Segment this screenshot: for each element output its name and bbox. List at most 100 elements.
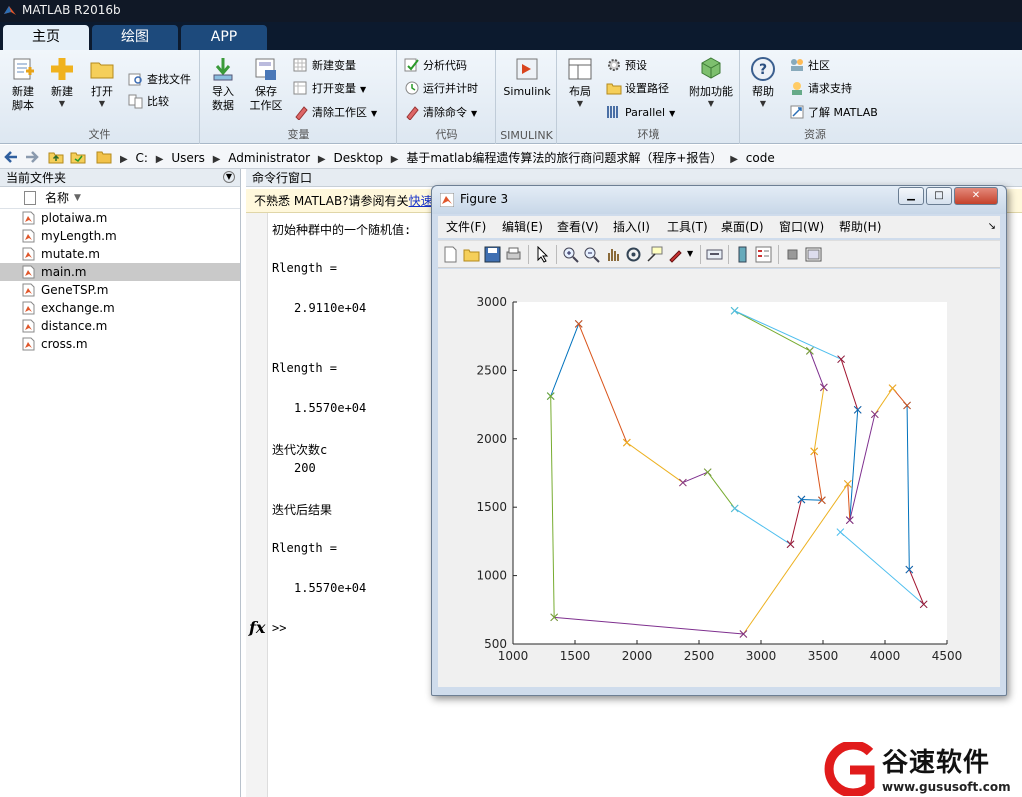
new-script-icon (13, 58, 34, 80)
menu-view[interactable]: 查看(V) (557, 216, 599, 238)
breadcrumb-item[interactable]: 基于matlab编程遗传算法的旅行商问题求解（程序+报告） (406, 151, 722, 165)
file-row[interactable]: cross.m (0, 335, 240, 353)
figure-titlebar[interactable]: Figure 3 ▁ □ ✕ (432, 186, 1006, 214)
new-variable-button[interactable]: 新建变量 (293, 56, 356, 76)
command-prompt[interactable]: >> (272, 621, 286, 635)
new-button[interactable]: 新建 ▼ (46, 56, 78, 109)
x-tick-label: 1500 (560, 649, 591, 663)
tab-apps[interactable]: APP (181, 25, 267, 50)
file-type-icon (24, 191, 36, 205)
file-row[interactable]: myLength.m (0, 227, 240, 245)
legend-icon[interactable] (755, 246, 772, 263)
save-workspace-button[interactable]: 保存 工作区 (247, 56, 285, 113)
new-script-button[interactable]: 新建 脚本 (6, 56, 40, 113)
layout-button[interactable]: 布局 ▼ (564, 56, 596, 109)
maximize-icon: □ (934, 190, 944, 201)
clear-workspace-button[interactable]: 清除工作区 ▼ (293, 103, 377, 123)
help-button[interactable]: ? 帮助 ▼ (747, 56, 779, 109)
compare-button[interactable]: 比较 (128, 92, 169, 112)
breadcrumb-item[interactable]: Desktop (333, 151, 383, 165)
request-support-button[interactable]: 请求支持 (789, 79, 852, 99)
zoom-out-icon[interactable] (583, 246, 600, 263)
request-support-label: 请求支持 (808, 82, 852, 95)
file-name: plotaiwa.m (41, 211, 108, 225)
maximize-button[interactable]: □ (926, 187, 952, 205)
figure-canvas[interactable]: 1000 1500 2000 2500 3000 3500 4000 4500 500 1000 1… (438, 269, 1000, 687)
open-button[interactable]: 打开 ▼ (86, 56, 118, 109)
name-column-header[interactable]: 名称 ▼ (0, 187, 240, 209)
menu-file[interactable]: 文件(F) (446, 216, 486, 238)
tab-plots[interactable]: 绘图 (92, 25, 178, 50)
browse-folder-icon[interactable] (70, 149, 86, 165)
new-label: 新建 (51, 85, 73, 98)
current-folder-title: 当前文件夹 (6, 171, 67, 185)
close-button[interactable]: ✕ (954, 187, 998, 205)
menu-tools[interactable]: 工具(T) (667, 216, 708, 238)
preferences-button[interactable]: 预设 (606, 56, 647, 76)
menu-window[interactable]: 窗口(W) (779, 216, 824, 238)
parallel-button[interactable]: Parallel ▼ (606, 103, 675, 123)
file-row[interactable]: mutate.m (0, 245, 240, 263)
open-file-icon[interactable] (463, 246, 480, 263)
file-name: main.m (41, 265, 87, 279)
menu-edit[interactable]: 编辑(E) (502, 216, 543, 238)
function-browser-fx-icon[interactable]: fx (249, 618, 265, 637)
data-cursor-icon[interactable] (646, 246, 663, 263)
breadcrumb-item[interactable]: C: (136, 151, 148, 165)
chevron-down-icon[interactable]: ▼ (687, 249, 693, 258)
learn-matlab-icon (790, 105, 804, 119)
file-row[interactable]: exchange.m (0, 299, 240, 317)
file-row[interactable]: GeneTSP.m (0, 281, 240, 299)
print-icon[interactable] (505, 246, 522, 263)
current-folder-header: 当前文件夹 ▼ (0, 169, 240, 187)
breadcrumb-item[interactable]: Users (171, 151, 205, 165)
back-arrow-icon[interactable] (3, 149, 19, 165)
set-path-button[interactable]: 设置路径 (606, 79, 669, 99)
find-files-label: 查找文件 (147, 73, 191, 86)
addons-button[interactable]: 附加功能 ▼ (686, 56, 736, 109)
panel-menu-chevron-icon[interactable]: ▼ (223, 171, 235, 183)
dock-arrow-icon[interactable]: ↘ (988, 216, 996, 238)
menu-help[interactable]: 帮助(H) (839, 216, 881, 238)
simulink-button[interactable]: Simulink (501, 56, 553, 99)
find-files-button[interactable]: 查找文件 (128, 70, 191, 90)
quick-start-link[interactable]: 快速 (409, 194, 433, 208)
zoom-in-icon[interactable] (562, 246, 579, 263)
pan-icon[interactable] (604, 246, 621, 263)
save-icon[interactable] (484, 246, 501, 263)
link-plot-icon[interactable] (706, 246, 723, 263)
section-label-code: 代码 (435, 128, 458, 141)
brush-icon[interactable] (667, 246, 684, 263)
section-label-simulink: SIMULINK (500, 129, 553, 142)
file-row[interactable]: distance.m (0, 317, 240, 335)
window-titlebar: MATLAB R2016b (0, 0, 1022, 22)
toolbar-separator (700, 245, 701, 264)
minimize-button[interactable]: ▁ (898, 187, 924, 205)
run-and-time-button[interactable]: 运行并计时 (404, 79, 478, 99)
breadcrumb-item[interactable]: Administrator (228, 151, 310, 165)
open-variable-button[interactable]: 打开变量 ▼ (293, 79, 366, 99)
analyze-code-button[interactable]: 分析代码 (404, 56, 467, 76)
import-data-button[interactable]: 导入 数据 (207, 56, 239, 113)
clear-commands-button[interactable]: 清除命令 ▼ (404, 103, 477, 123)
forward-arrow-icon[interactable] (24, 149, 40, 165)
up-folder-icon[interactable] (48, 149, 64, 165)
rotate-icon[interactable] (625, 246, 642, 263)
tab-home[interactable]: 主页 (3, 25, 89, 50)
show-tools-icon[interactable] (805, 246, 822, 263)
learn-matlab-button[interactable]: 了解 MATLAB (789, 103, 878, 123)
watermark-url: www.gususoft.com (882, 780, 1011, 794)
colorbar-icon[interactable] (734, 246, 751, 263)
route-segment (801, 499, 822, 501)
pointer-icon[interactable] (534, 246, 551, 263)
breadcrumb-item[interactable]: code (746, 151, 775, 165)
x-tick-label: 2000 (622, 649, 653, 663)
menu-desktop[interactable]: 桌面(D) (721, 216, 764, 238)
file-row[interactable]: main.m (0, 263, 240, 281)
file-row[interactable]: plotaiwa.m (0, 209, 240, 227)
new-figure-icon[interactable] (442, 246, 459, 263)
clear-commands-icon (406, 106, 419, 120)
menu-insert[interactable]: 插入(I) (613, 216, 650, 238)
community-button[interactable]: 社区 (789, 56, 830, 76)
hide-tools-icon[interactable] (784, 246, 801, 263)
